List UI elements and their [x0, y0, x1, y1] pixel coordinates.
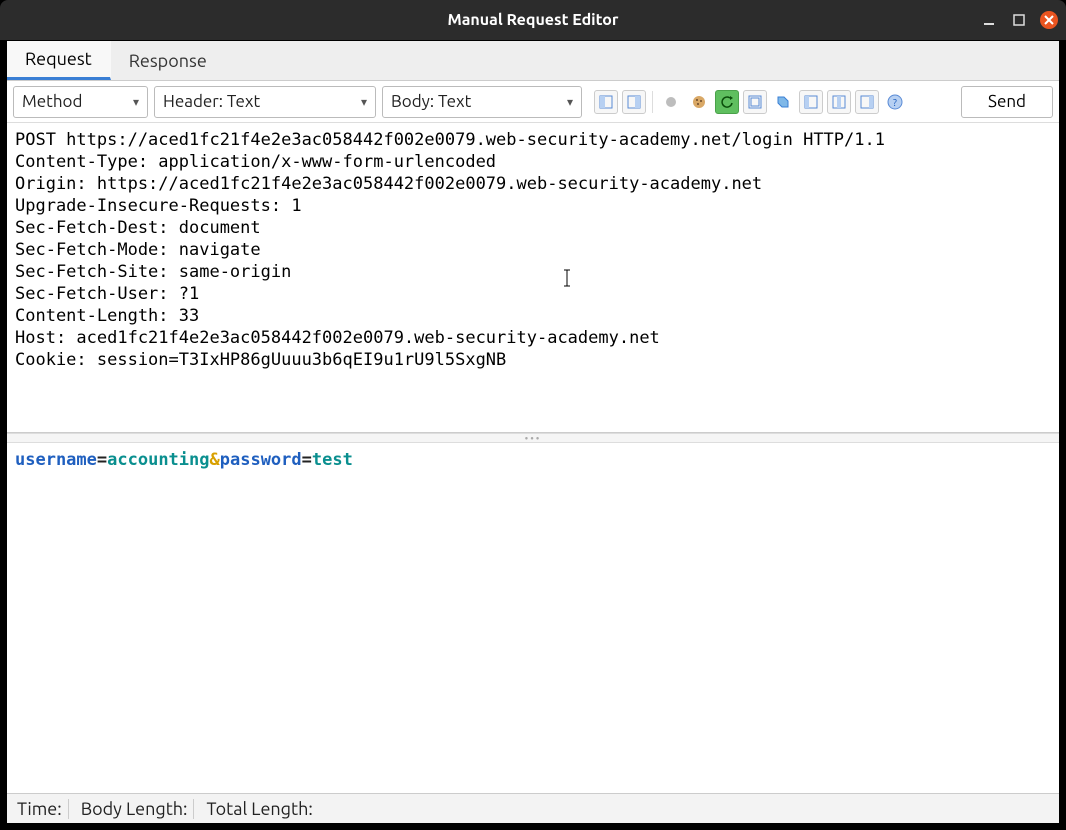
chevron-down-icon: ▾	[567, 95, 573, 109]
send-button[interactable]: Send	[961, 86, 1053, 118]
window-title: Manual Request Editor	[447, 11, 618, 29]
header-view-dropdown[interactable]: Header: Text ▾	[154, 86, 376, 118]
help-icon[interactable]: ?	[883, 90, 907, 114]
header-view-label: Header: Text	[163, 92, 260, 111]
body-view-dropdown[interactable]: Body: Text ▾	[382, 86, 582, 118]
chevron-down-icon: ▾	[361, 95, 367, 109]
status-time: Time:	[11, 799, 69, 819]
frame-icon[interactable]	[743, 90, 767, 114]
request-body-editor[interactable]: username=accounting&password=test	[7, 443, 1059, 793]
cookie-icon[interactable]	[687, 90, 711, 114]
tab-request[interactable]: Request	[7, 41, 111, 80]
chevron-down-icon: ▾	[133, 95, 139, 109]
panel-right-icon[interactable]	[855, 90, 879, 114]
svg-text:?: ?	[893, 97, 897, 108]
titlebar: Manual Request Editor	[0, 0, 1066, 40]
grip-icon: •••	[525, 433, 542, 444]
window-controls	[980, 11, 1058, 29]
close-button[interactable]	[1040, 11, 1058, 29]
tab-bar: Request Response	[7, 41, 1059, 81]
method-dropdown[interactable]: Method ▾	[13, 86, 148, 118]
status-total-length: Total Length:	[200, 799, 318, 819]
status-bar: Time: Body Length: Total Length:	[7, 793, 1059, 823]
body-view-label: Body: Text	[391, 92, 471, 111]
view-split-left-icon[interactable]	[594, 90, 618, 114]
tag-icon[interactable]	[771, 90, 795, 114]
method-dropdown-label: Method	[22, 92, 82, 111]
toolbar: Method ▾ Header: Text ▾ Body: Text ▾	[7, 81, 1059, 123]
toolbar-icons: ?	[594, 90, 907, 114]
minimize-button[interactable]	[980, 11, 998, 29]
record-off-icon[interactable]	[659, 90, 683, 114]
separator	[652, 91, 653, 113]
splitter-handle[interactable]: •••	[7, 433, 1059, 443]
maximize-button[interactable]	[1010, 11, 1028, 29]
tab-response[interactable]: Response	[111, 41, 226, 80]
window: Manual Request Editor Request Response M…	[0, 0, 1066, 830]
view-split-right-icon[interactable]	[622, 90, 646, 114]
status-body-length: Body Length:	[75, 799, 195, 819]
panel-mid-icon[interactable]	[827, 90, 851, 114]
panel-left-icon[interactable]	[799, 90, 823, 114]
content-area: Request Response Method ▾ Header: Text ▾…	[6, 40, 1060, 824]
request-headers-editor[interactable]: POST https://aced1fc21f4e2e3ac058442f002…	[7, 123, 1059, 433]
replay-icon[interactable]	[715, 90, 739, 114]
